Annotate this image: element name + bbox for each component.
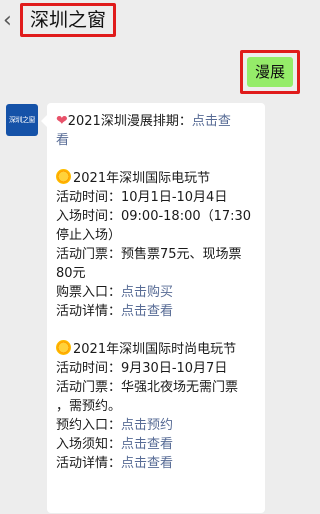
event1-title: 2021年深圳国际电玩节 bbox=[56, 169, 260, 188]
message-content: ❤2021深圳漫展排期：点击查 看 2021年深圳国际电玩节 活动时间：10月1… bbox=[56, 112, 260, 473]
intro-text: 2021深圳漫展排期： bbox=[67, 114, 192, 129]
sun-icon bbox=[56, 340, 71, 355]
event1-detail-label: 活动详情： bbox=[56, 304, 122, 319]
event2-notice-label: 入场须知： bbox=[56, 437, 122, 452]
incoming-message-bubble: ❤2021深圳漫展排期：点击查 看 2021年深圳国际电玩节 活动时间：10月1… bbox=[41, 103, 265, 513]
bubble-tail bbox=[41, 115, 47, 127]
intro-line-2: 看 bbox=[56, 131, 260, 150]
event2-tickets-1: 活动门票：华强北夜场无需门票 bbox=[56, 380, 239, 395]
event2-title-text: 2021年深圳国际时尚电玩节 bbox=[73, 342, 237, 357]
outgoing-message-highlight: 漫展 bbox=[240, 50, 300, 94]
event2-tickets-2: ，需预约。 bbox=[56, 399, 122, 414]
event2-reserve-label: 预约入口： bbox=[56, 418, 122, 433]
sun-icon bbox=[56, 169, 71, 184]
event1-entry-2: 停止入场） bbox=[56, 228, 122, 243]
event2-notice: 入场须知：点击查看 bbox=[56, 435, 260, 454]
chat-title: 深圳之窗 bbox=[20, 3, 116, 37]
outgoing-message-bubble[interactable]: 漫展 bbox=[247, 57, 293, 87]
event1-detail-link[interactable]: 点击查看 bbox=[121, 304, 173, 319]
event1-entry-1: 入场时间：09:00-18:00（17:30 bbox=[56, 209, 252, 224]
event2-detail: 活动详情：点击查看 bbox=[56, 454, 260, 473]
event1-buy-label: 购票入口： bbox=[56, 285, 122, 300]
event1-time: 活动时间：10月1日-10月4日 bbox=[56, 190, 228, 205]
intro-link-continued[interactable]: 看 bbox=[56, 133, 69, 148]
avatar[interactable]: 深圳之窗 bbox=[6, 104, 38, 136]
intro-link[interactable]: 点击查 bbox=[192, 114, 231, 129]
event2-title: 2021年深圳国际时尚电玩节 bbox=[56, 340, 260, 359]
event1-detail: 活动详情：点击查看 bbox=[56, 302, 260, 321]
heart-icon: ❤ bbox=[56, 113, 68, 129]
event1-tickets-1: 活动门票：预售票75元、现场票 bbox=[56, 247, 242, 262]
event2-detail-label: 活动详情： bbox=[56, 456, 122, 471]
chat-header: ‹ 深圳之窗 bbox=[0, 0, 305, 42]
back-arrow-icon[interactable]: ‹ bbox=[3, 9, 21, 33]
event1-title-text: 2021年深圳国际电玩节 bbox=[73, 171, 211, 186]
event2-reserve: 预约入口：点击预约 bbox=[56, 416, 260, 435]
event2-reserve-link[interactable]: 点击预约 bbox=[121, 418, 173, 433]
event1-buy-link[interactable]: 点击购买 bbox=[121, 285, 173, 300]
event2-time: 活动时间：9月30日-10月7日 bbox=[56, 361, 228, 376]
intro-line: ❤2021深圳漫展排期：点击查 bbox=[56, 112, 260, 131]
event2-detail-link[interactable]: 点击查看 bbox=[121, 456, 173, 471]
event1-tickets-2: 80元 bbox=[56, 266, 86, 281]
event1-buy: 购票入口：点击购买 bbox=[56, 283, 260, 302]
event2-notice-link[interactable]: 点击查看 bbox=[121, 437, 173, 452]
